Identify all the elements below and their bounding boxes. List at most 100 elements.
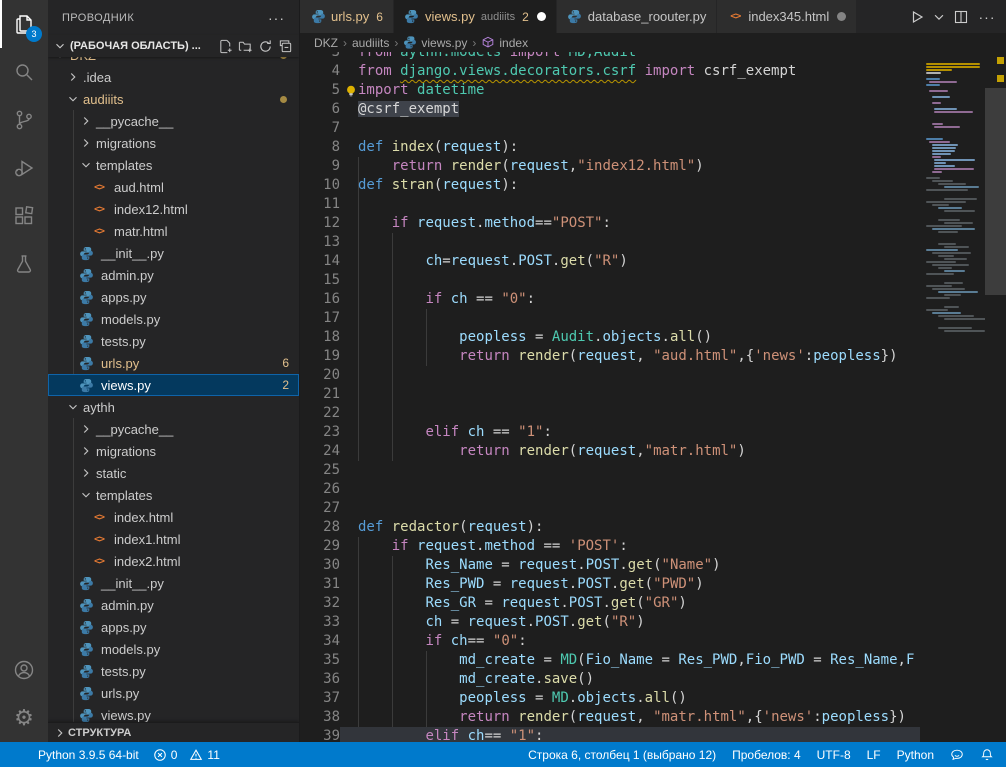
code-line-21[interactable]: 21 xyxy=(300,385,920,404)
code-line-22[interactable]: 22 xyxy=(300,404,920,423)
code-line-15[interactable]: 15 xyxy=(300,271,920,290)
tree-folder-aythh[interactable]: aythh xyxy=(48,396,299,418)
breadcrumb-item-index[interactable]: index xyxy=(481,36,528,50)
collapse-all-icon[interactable] xyxy=(275,36,295,56)
code-line-39[interactable]: 39 elif ch== "1": xyxy=(300,727,920,742)
code-line-38[interactable]: 38 return render(request, "matr.html",{'… xyxy=(300,708,920,727)
code-line-8[interactable]: 8def index(request): xyxy=(300,138,920,157)
code-line-34[interactable]: 34 if ch== "0": xyxy=(300,632,920,651)
tree-file-matr.html[interactable]: <>matr.html xyxy=(48,220,299,242)
code-line-9[interactable]: 9 return render(request,"index12.html") xyxy=(300,157,920,176)
code-line-5[interactable]: 5import datetime xyxy=(300,81,920,100)
tab-views.py[interactable]: views.pyaudiiits2 xyxy=(394,0,557,33)
code-line-31[interactable]: 31 Res_PWD = request.POST.get("PWD") xyxy=(300,575,920,594)
run-icon[interactable] xyxy=(906,6,928,28)
dirty-dot-icon[interactable] xyxy=(837,12,846,21)
bell-icon[interactable] xyxy=(980,748,994,762)
eol-status[interactable]: LF xyxy=(867,748,881,762)
tree-folder-.idea[interactable]: .idea xyxy=(48,66,299,88)
breadcrumb-item-views.py[interactable]: views.py xyxy=(403,36,467,50)
problems-status[interactable]: 0 11 xyxy=(153,748,220,762)
tree-file-tests.py[interactable]: tests.py xyxy=(48,660,299,682)
run-debug-icon[interactable] xyxy=(0,144,48,192)
code-line-23[interactable]: 23 elif ch == "1": xyxy=(300,423,920,442)
editor-scrollbar[interactable] xyxy=(985,52,1006,742)
code-line-16[interactable]: 16 if ch == "0": xyxy=(300,290,920,309)
code-line-4[interactable]: 4from django.views.decorators.csrf impor… xyxy=(300,62,920,81)
tree-folder-DKZ[interactable]: DKZ xyxy=(48,57,299,66)
code-line-30[interactable]: 30 Res_Name = request.POST.get("Name") xyxy=(300,556,920,575)
code-line-27[interactable]: 27 xyxy=(300,499,920,518)
explorer-icon[interactable]: 3 xyxy=(0,0,48,48)
refresh-icon[interactable] xyxy=(255,36,275,56)
tree-folder-audiiits[interactable]: audiiits xyxy=(48,88,299,110)
code-line-36[interactable]: 36 md_create.save() xyxy=(300,670,920,689)
breadcrumb-item-DKZ[interactable]: DKZ xyxy=(314,36,338,50)
code-line-33[interactable]: 33 ch = request.POST.get("R") xyxy=(300,613,920,632)
code-line-6[interactable]: 6@csrf_exempt xyxy=(300,100,920,119)
breadcrumb-item-audiiits[interactable]: audiiits xyxy=(352,36,389,50)
split-editor-icon[interactable] xyxy=(950,6,972,28)
tab-index345.html[interactable]: <>index345.html xyxy=(717,0,857,33)
tree-file-urls.py[interactable]: urls.py6 xyxy=(48,352,299,374)
code-line-19[interactable]: 19 return render(request, "aud.html",{'n… xyxy=(300,347,920,366)
tree-file-admin.py[interactable]: admin.py xyxy=(48,264,299,286)
tab-urls.py[interactable]: urls.py6 xyxy=(300,0,394,33)
outline-section-header[interactable]: СТРУКТУРА xyxy=(48,722,299,742)
tree-file-models.py[interactable]: models.py xyxy=(48,638,299,660)
code-line-35[interactable]: 35 md_create = MD(Fio_Name = Res_PWD,Fio… xyxy=(300,651,920,670)
tree-file-index.html[interactable]: <>index.html xyxy=(48,506,299,528)
tree-file-__init__.py[interactable]: __init__.py xyxy=(48,242,299,264)
source-control-icon[interactable] xyxy=(0,96,48,144)
feedback-icon[interactable] xyxy=(950,748,964,762)
lightbulb-icon[interactable] xyxy=(344,84,358,98)
code-line-20[interactable]: 20 xyxy=(300,366,920,385)
tree-file-views.py[interactable]: views.py xyxy=(48,704,299,722)
tree-folder-static[interactable]: static xyxy=(48,462,299,484)
scrollbar-thumb[interactable] xyxy=(985,88,1006,295)
cursor-position-status[interactable]: Строка 6, столбец 1 (выбрано 12) xyxy=(528,748,716,762)
code-line-11[interactable]: 11 xyxy=(300,195,920,214)
chevron-down-icon[interactable] xyxy=(932,6,946,28)
tree-file-aud.html[interactable]: <>aud.html xyxy=(48,176,299,198)
language-mode-status[interactable]: Python xyxy=(897,748,934,762)
code-line-29[interactable]: 29 if request.method == 'POST': xyxy=(300,537,920,556)
new-file-icon[interactable] xyxy=(215,36,235,56)
tree-folder-__pycache__[interactable]: __pycache__ xyxy=(48,418,299,440)
code-line-13[interactable]: 13 xyxy=(300,233,920,252)
encoding-status[interactable]: UTF-8 xyxy=(817,748,851,762)
tree-file-apps.py[interactable]: apps.py xyxy=(48,616,299,638)
code-line-26[interactable]: 26 xyxy=(300,480,920,499)
code-area[interactable]: 3from aythh.models import MD,Audit4from … xyxy=(300,52,920,742)
tree-folder-migrations[interactable]: migrations xyxy=(48,132,299,154)
tree-file-index2.html[interactable]: <>index2.html xyxy=(48,550,299,572)
sidebar-more-actions[interactable]: ··· xyxy=(268,10,285,26)
code-line-7[interactable]: 7 xyxy=(300,119,920,138)
code-line-14[interactable]: 14 ch=request.POST.get("R") xyxy=(300,252,920,271)
indentation-status[interactable]: Пробелов: 4 xyxy=(732,748,801,762)
minimap[interactable] xyxy=(922,52,985,742)
code-line-18[interactable]: 18 peopless = Audit.objects.all() xyxy=(300,328,920,347)
tree-file-__init__.py[interactable]: __init__.py xyxy=(48,572,299,594)
tree-folder-templates[interactable]: templates xyxy=(48,484,299,506)
tab-database_roouter.py[interactable]: database_roouter.py xyxy=(557,0,718,33)
code-line-3[interactable]: 3from aythh.models import MD,Audit xyxy=(300,52,920,62)
new-folder-icon[interactable] xyxy=(235,36,255,56)
python-interpreter-status[interactable]: Python 3.9.5 64-bit xyxy=(38,748,139,762)
tree-file-index1.html[interactable]: <>index1.html xyxy=(48,528,299,550)
code-line-10[interactable]: 10def stran(request): xyxy=(300,176,920,195)
tree-file-tests.py[interactable]: tests.py xyxy=(48,330,299,352)
tree-file-models.py[interactable]: models.py xyxy=(48,308,299,330)
search-icon[interactable] xyxy=(0,48,48,96)
workspace-section-header[interactable]: (РАБОЧАЯ ОБЛАСТЬ) ... xyxy=(48,35,299,57)
tree-folder-__pycache__[interactable]: __pycache__ xyxy=(48,110,299,132)
tree-file-urls.py[interactable]: urls.py xyxy=(48,682,299,704)
tree-folder-migrations[interactable]: migrations xyxy=(48,440,299,462)
extensions-icon[interactable] xyxy=(0,192,48,240)
code-editor[interactable]: 3from aythh.models import MD,Audit4from … xyxy=(300,52,1006,742)
code-line-32[interactable]: 32 Res_GR = request.POST.get("GR") xyxy=(300,594,920,613)
code-line-25[interactable]: 25 xyxy=(300,461,920,480)
more-actions-ellipsis[interactable]: ··· xyxy=(976,6,998,28)
tree-folder-templates[interactable]: templates xyxy=(48,154,299,176)
code-line-28[interactable]: 28def redactor(request): xyxy=(300,518,920,537)
